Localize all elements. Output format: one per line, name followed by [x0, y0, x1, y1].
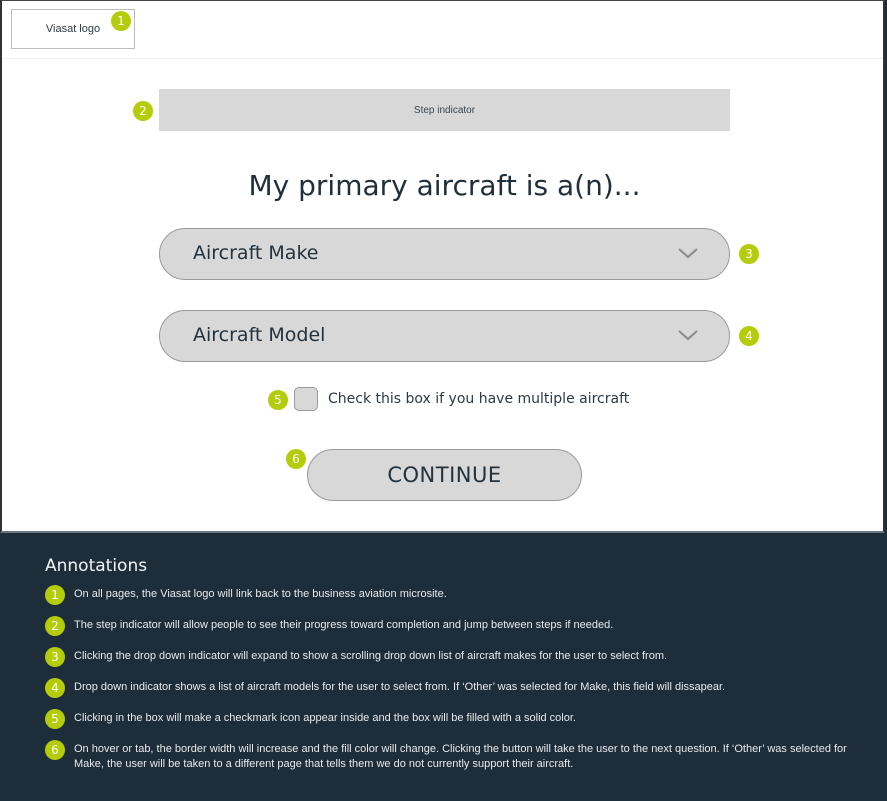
page-title: My primary aircraft is a(n)... [248, 169, 641, 202]
multiple-aircraft-row: Check this box if you have multiple airc… [294, 387, 629, 411]
annotation-badge-3: 3 [739, 244, 759, 264]
annotation-number-badge: 6 [45, 740, 65, 760]
annotation-badge-5: 5 [268, 390, 288, 410]
annotation-text: On all pages, the Viasat logo will link … [74, 588, 447, 600]
annotation-number-badge: 4 [45, 678, 65, 698]
annotation-number-badge: 3 [45, 647, 65, 667]
annotation-text: Clicking the drop down indicator will ex… [74, 650, 668, 662]
annotation-text: The step indicator will allow people to … [74, 619, 614, 631]
multiple-aircraft-label[interactable]: Check this box if you have multiple airc… [328, 391, 629, 407]
annotation-text: Clicking in the box will make a checkmar… [74, 712, 576, 724]
aircraft-make-dropdown[interactable]: Aircraft Make [159, 228, 730, 280]
logo-placeholder-label: Viasat logo [45, 23, 101, 35]
annotation-item: 5 Clicking in the box will make a checkm… [45, 709, 865, 730]
annotation-item: 2 The step indicator will allow people t… [45, 616, 865, 637]
annotation-badge-6: 6 [286, 449, 306, 469]
annotation-number-badge: 5 [45, 709, 65, 729]
continue-button-label: CONTINUE [387, 463, 502, 487]
annotations-panel: Annotations 1 On all pages, the Viasat l… [45, 556, 865, 783]
annotation-number-badge: 1 [45, 585, 65, 605]
annotations-title: Annotations [45, 556, 148, 576]
annotation-item: 1 On all pages, the Viasat logo will lin… [45, 585, 865, 606]
annotation-number-badge: 2 [45, 616, 65, 636]
continue-button[interactable]: CONTINUE [307, 449, 582, 501]
chevron-down-icon[interactable] [677, 328, 699, 342]
annotation-text: Drop down indicator shows a list of airc… [74, 681, 726, 693]
step-indicator[interactable]: Step indicator [159, 89, 730, 131]
wireframe-page: Viasat logo 1 2 Step indicator My primar… [0, 0, 885, 533]
aircraft-model-placeholder: Aircraft Model [193, 324, 326, 346]
multiple-aircraft-checkbox[interactable] [294, 387, 318, 411]
annotation-item: 3 Clicking the drop down indicator will … [45, 647, 865, 668]
header-divider [2, 58, 883, 59]
annotation-item: 6 On hover or tab, the border width will… [45, 740, 865, 772]
chevron-down-icon[interactable] [677, 246, 699, 260]
annotation-item: 4 Drop down indicator shows a list of ai… [45, 678, 865, 699]
step-indicator-label: Step indicator [413, 104, 476, 116]
annotation-badge-4: 4 [739, 326, 759, 346]
aircraft-make-placeholder: Aircraft Make [193, 242, 319, 264]
annotation-badge-1: 1 [111, 11, 131, 31]
annotation-text: On hover or tab, the border width will i… [74, 743, 847, 770]
annotation-badge-2: 2 [133, 101, 153, 121]
aircraft-model-dropdown[interactable]: Aircraft Model [159, 310, 730, 362]
